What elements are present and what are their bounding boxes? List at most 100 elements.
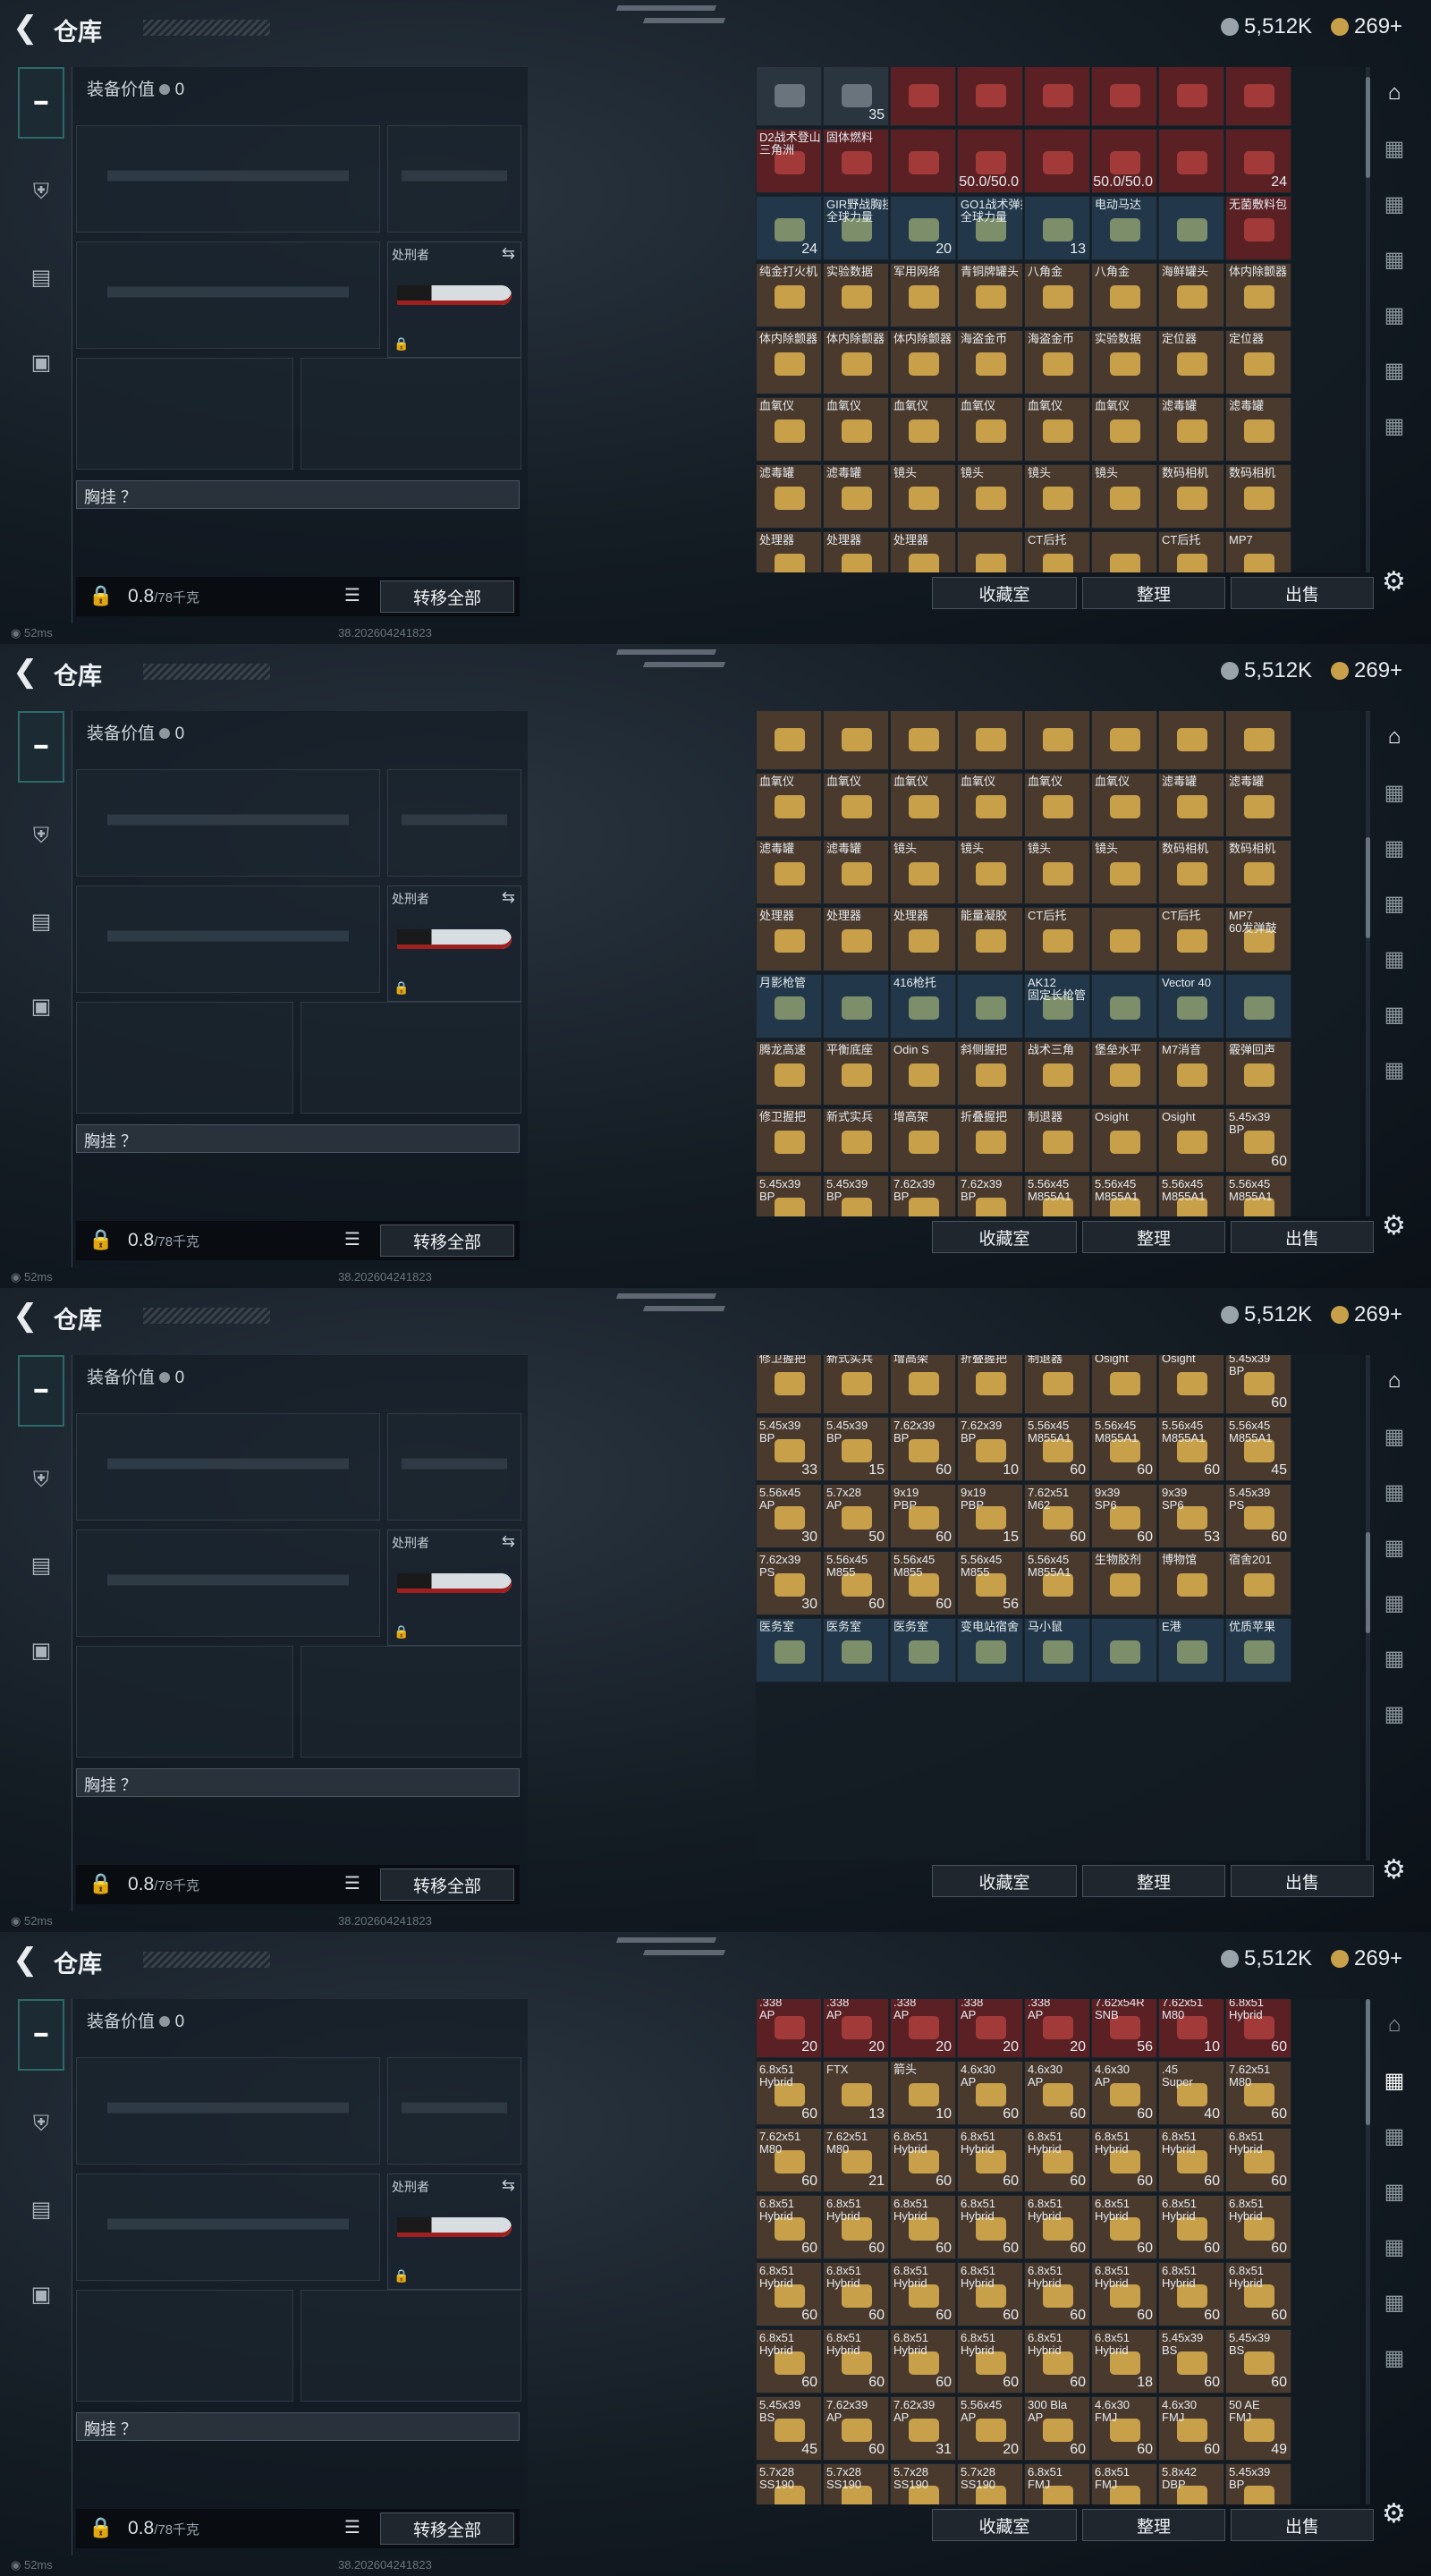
- primary-weapon-slot[interactable]: [76, 1413, 380, 1521]
- stash-page-icon[interactable]: ▦: [1377, 2179, 1411, 2207]
- weapon-tab[interactable]: ━: [18, 1999, 64, 2071]
- stash-item[interactable]: 增高架: [890, 1108, 956, 1173]
- stash-item[interactable]: 7.62x39 BP10: [957, 1175, 1023, 1216]
- stash-item[interactable]: CT后托: [1024, 531, 1090, 572]
- stash-item[interactable]: FTX 13: [823, 2061, 889, 2125]
- chest-rig-slot[interactable]: 胸挂 ？: [76, 480, 520, 509]
- stash-item[interactable]: .338 AP 20: [756, 1999, 822, 2058]
- stash-item[interactable]: 6.8x51 Hybrid 60: [823, 2195, 889, 2259]
- stash-item[interactable]: 5.56x45 M855 60: [823, 1551, 889, 1615]
- melee-slot[interactable]: 处刑者 ⇆ 🔒: [387, 242, 521, 358]
- stash-item[interactable]: [1091, 711, 1157, 770]
- armor-slot[interactable]: [301, 358, 521, 470]
- stash-item[interactable]: 5.56x45 M855A145: [1225, 1175, 1291, 1216]
- stash-item[interactable]: 24: [756, 196, 822, 260]
- primary-weapon-slot[interactable]: [76, 125, 380, 233]
- stash-page-icon[interactable]: ▦: [1377, 1701, 1411, 1730]
- stash-item[interactable]: 纯金打火机: [756, 263, 822, 327]
- secondary-weapon-slot[interactable]: [76, 886, 380, 993]
- stash-item[interactable]: 5.7x28 SS190: [957, 2463, 1023, 2504]
- stash-item[interactable]: 6.8x51 Hybrid 60: [890, 2329, 956, 2394]
- weapon-tab[interactable]: ━: [18, 1355, 64, 1427]
- stash-item[interactable]: 海盗金币: [1024, 330, 1090, 394]
- stash-item[interactable]: [823, 974, 889, 1038]
- stash-item[interactable]: 滤毒罐: [1225, 397, 1291, 462]
- stash-item[interactable]: 6.8x51 Hybrid 60: [957, 2195, 1023, 2259]
- gear-icon[interactable]: ⚙: [1382, 1210, 1406, 1241]
- vest-tab[interactable]: ▤: [18, 2174, 64, 2245]
- collection-button[interactable]: 收藏室: [932, 2509, 1077, 2541]
- stash-item[interactable]: 9x19 PBP 60: [890, 1484, 956, 1548]
- stash-item[interactable]: 6.8x51 Hybrid 60: [957, 2128, 1023, 2192]
- stash-item[interactable]: 7.62x39 BP10: [957, 1417, 1023, 1481]
- stash-item[interactable]: 定位器: [1158, 330, 1224, 394]
- stash-item[interactable]: 6.8x51 Hybrid 60: [1091, 2195, 1157, 2259]
- helmet-tab[interactable]: ⛨: [18, 801, 64, 872]
- stash-item[interactable]: [890, 67, 956, 126]
- stash-item[interactable]: CT后托: [1158, 907, 1224, 971]
- vest-tab[interactable]: ▤: [18, 1530, 64, 1601]
- primary-weapon-slot[interactable]: [76, 2057, 380, 2165]
- stash-item[interactable]: 博物馆: [1158, 1551, 1224, 1615]
- stash-item[interactable]: 5.56x45 M855A160: [1024, 1175, 1090, 1216]
- stash-item[interactable]: 青铜牌罐头: [957, 263, 1023, 327]
- stash-page-icon[interactable]: ▦: [1377, 247, 1411, 275]
- stash-item[interactable]: 5.56x45 M855A160: [1158, 1417, 1224, 1481]
- stash-item[interactable]: .338 AP 20: [1024, 1999, 1090, 2058]
- stash-item[interactable]: 6.8x51 FMJ: [1024, 2463, 1090, 2504]
- stash-page-icon[interactable]: ▦: [1377, 191, 1411, 220]
- stash-item[interactable]: 堡垒水平: [1091, 1041, 1157, 1106]
- tidy-button[interactable]: 整理: [1082, 2509, 1225, 2541]
- stash-item[interactable]: 6.8x51 Hybrid 60: [1091, 2262, 1157, 2326]
- stash-item[interactable]: 5.45x39 BS 60: [1158, 2329, 1224, 2394]
- stash-item[interactable]: 5.7x28 SS190: [890, 2463, 956, 2504]
- stash-item[interactable]: [756, 67, 822, 126]
- stash-item[interactable]: .338 AP 20: [890, 1999, 956, 2058]
- stash-item[interactable]: 血氧仪: [957, 773, 1023, 837]
- pistol-slot[interactable]: [387, 125, 521, 233]
- primary-weapon-slot[interactable]: [76, 769, 380, 877]
- stash-item[interactable]: 6.8x51 Hybrid 60: [890, 2128, 956, 2192]
- stash-item[interactable]: .45 Super 40: [1158, 2061, 1224, 2125]
- stash-item[interactable]: 定位器: [1225, 330, 1291, 394]
- stash-item[interactable]: 5.7x28 AP 50: [823, 1484, 889, 1548]
- stash-item[interactable]: [957, 67, 1023, 126]
- swap-icon[interactable]: ⇆: [502, 244, 515, 263]
- stash-page-icon[interactable]: ▦: [1377, 2345, 1411, 2374]
- stash-item[interactable]: 7.62x39 BP60: [890, 1175, 956, 1216]
- stash-item[interactable]: 6.8x51 Hybrid 60: [890, 2262, 956, 2326]
- armor-slot[interactable]: [301, 1646, 521, 1758]
- stash-item[interactable]: 5.56x45 M855A1: [1024, 1551, 1090, 1615]
- list-icon[interactable]: ☰: [344, 1228, 360, 1250]
- stash-item[interactable]: CT后托: [1024, 907, 1090, 971]
- transfer-all-button[interactable]: 转移全部: [380, 580, 514, 613]
- stash-item[interactable]: [823, 711, 889, 770]
- stash-item[interactable]: 血氧仪: [756, 397, 822, 462]
- stash-item[interactable]: 50.0/50.0: [1091, 129, 1157, 193]
- stash-item[interactable]: 斜侧握把: [957, 1041, 1023, 1106]
- stash-item[interactable]: 处理器: [890, 907, 956, 971]
- stash-item[interactable]: 4.6x30 AP 60: [957, 2061, 1023, 2125]
- stash-item[interactable]: 6.8x51 Hybrid 60: [1225, 2262, 1291, 2326]
- stash-item[interactable]: 军用网络: [890, 263, 956, 327]
- swap-icon[interactable]: ⇆: [502, 2176, 515, 2195]
- bag-tab[interactable]: ▣: [18, 2258, 64, 2330]
- home-icon[interactable]: ⌂: [1377, 2012, 1411, 2041]
- stash-item[interactable]: 镜头: [890, 464, 956, 529]
- stash-item[interactable]: 5.56x45 M855A160: [1091, 1175, 1157, 1216]
- stash-item[interactable]: Osight: [1158, 1108, 1224, 1173]
- tidy-button[interactable]: 整理: [1082, 1221, 1225, 1253]
- stash-page-icon[interactable]: ▦: [1377, 1535, 1411, 1563]
- stash-page-icon[interactable]: ▦: [1377, 780, 1411, 809]
- stash-item[interactable]: 24: [1225, 129, 1291, 193]
- stash-item[interactable]: 5.8x42 DBP: [1158, 2463, 1224, 2504]
- stash-item[interactable]: 5.45x39 PS 60: [1225, 1484, 1291, 1548]
- sell-button[interactable]: 出售: [1231, 577, 1374, 609]
- stash-page-icon[interactable]: ▦: [1377, 1590, 1411, 1619]
- stash-item[interactable]: 5.7x28 SS190: [823, 2463, 889, 2504]
- stash-item[interactable]: 镜头: [1091, 464, 1157, 529]
- stash-item[interactable]: 医务室: [890, 1618, 956, 1682]
- stash-item[interactable]: 5.45x39 BP: [1225, 2463, 1291, 2504]
- home-icon[interactable]: ⌂: [1377, 80, 1411, 109]
- stash-item[interactable]: 5.56x45 AP 20: [957, 2396, 1023, 2461]
